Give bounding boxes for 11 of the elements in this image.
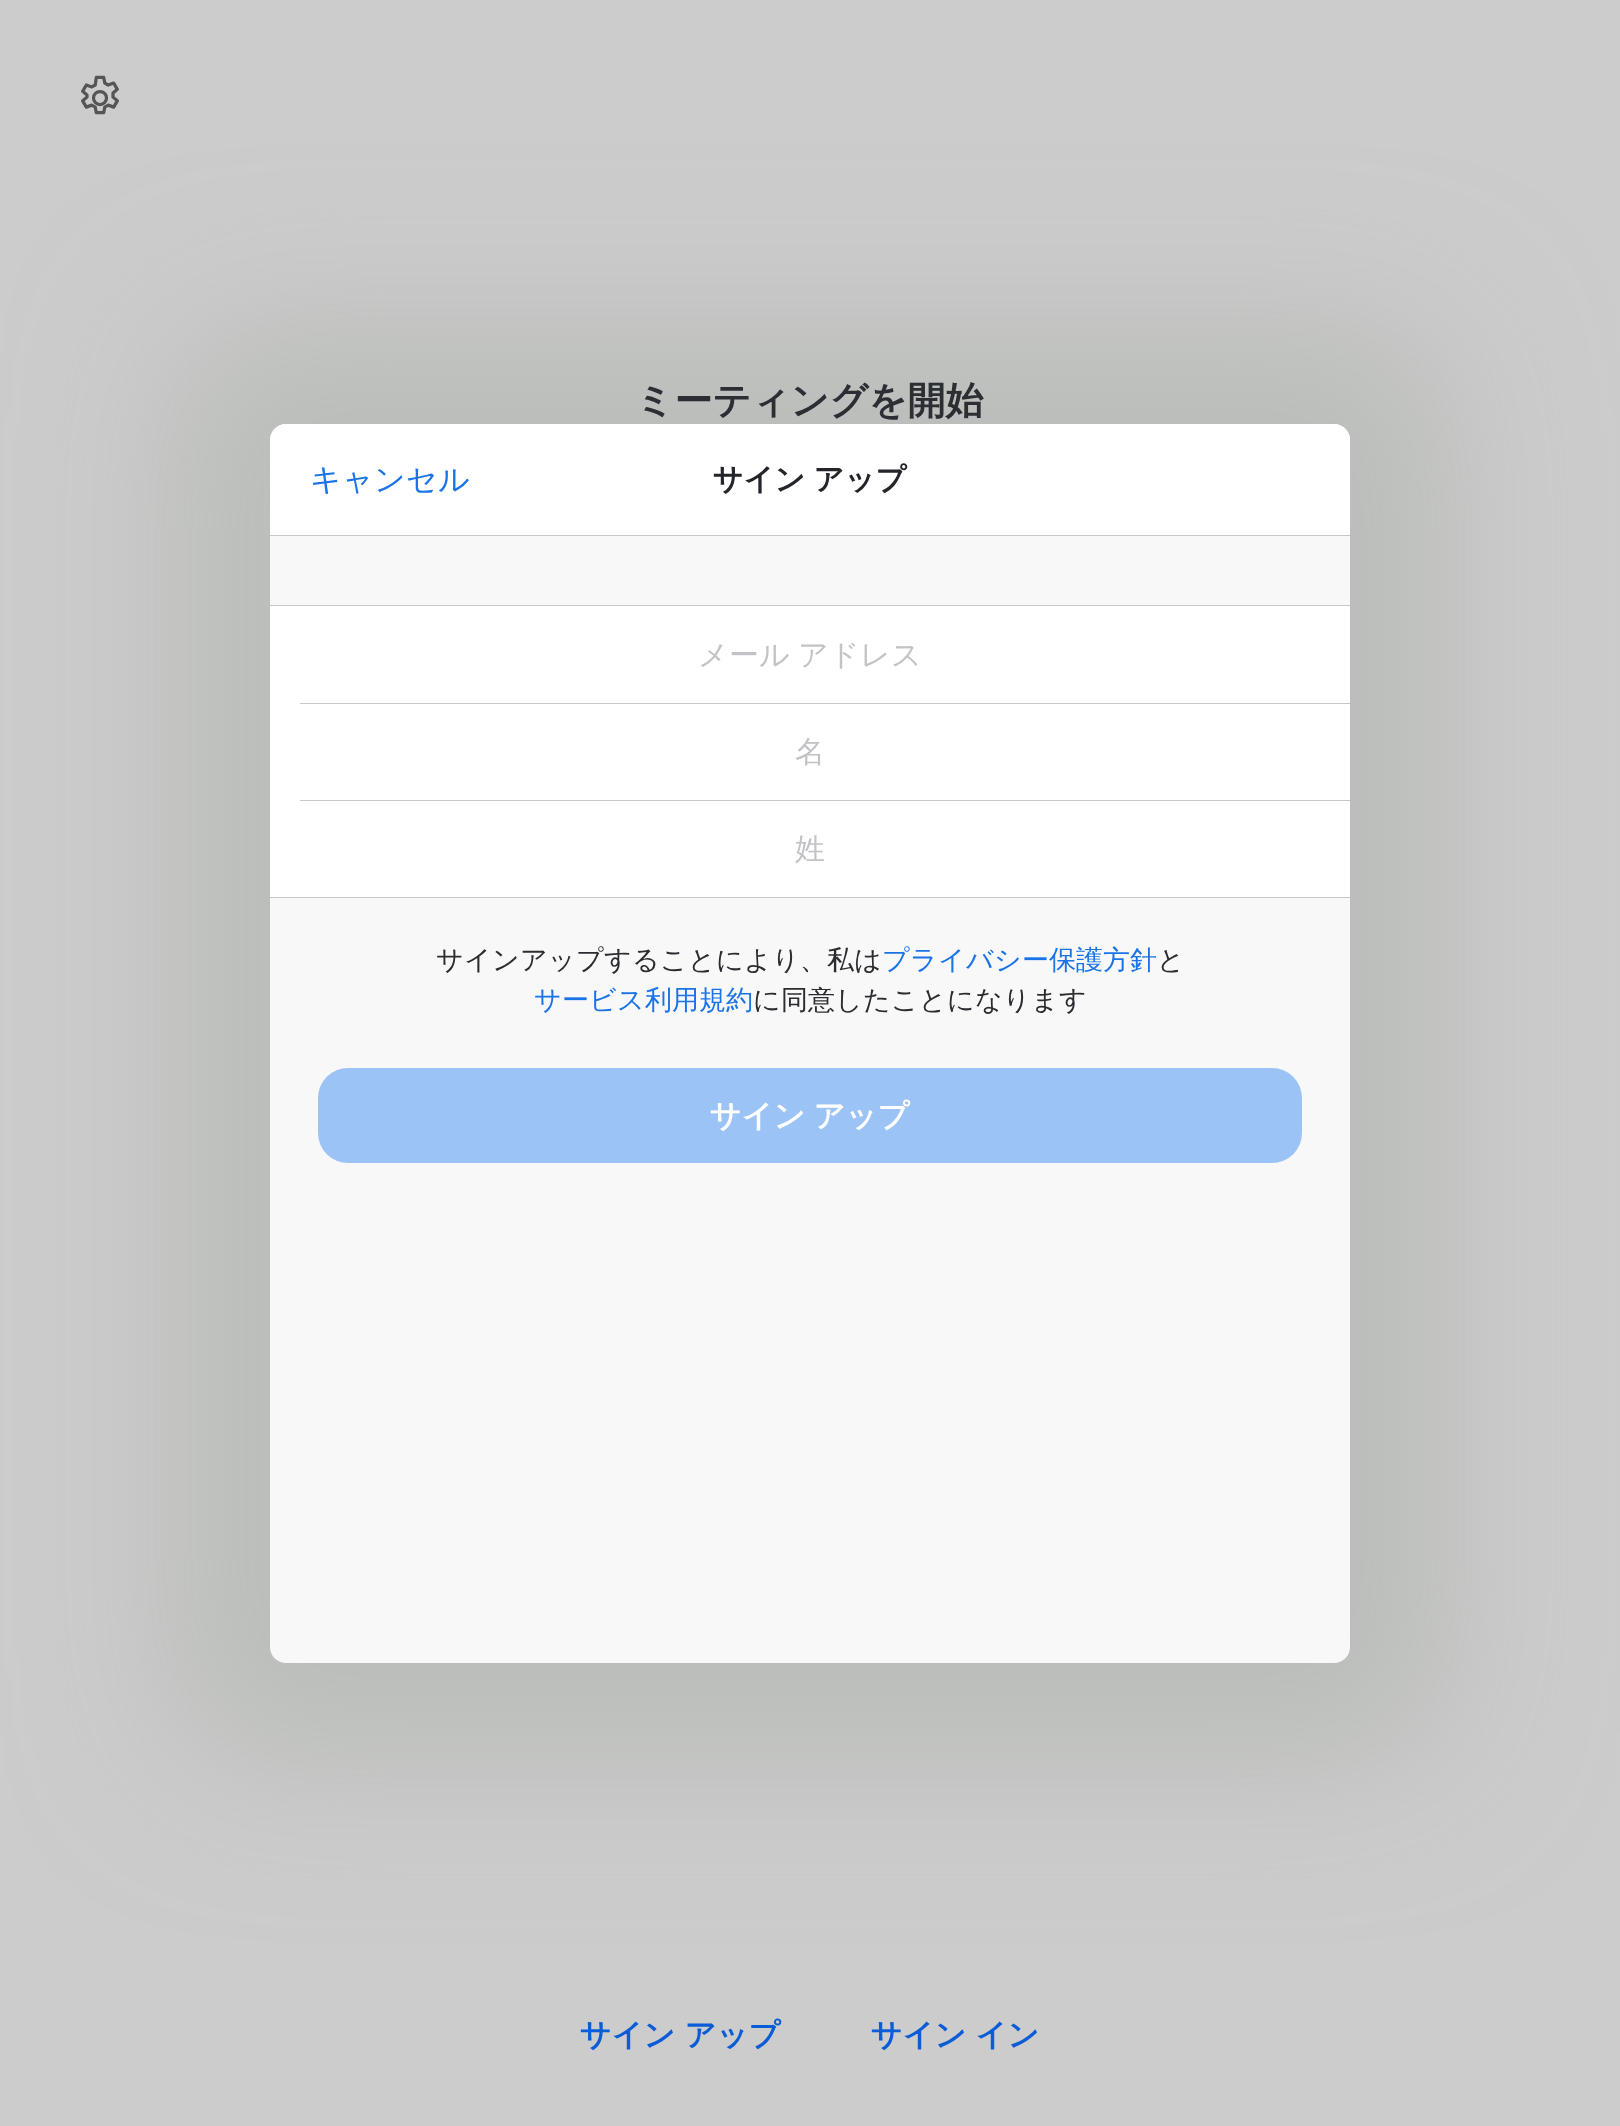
- input-field[interactable]: 名: [270, 703, 1350, 800]
- input-field[interactable]: 姓: [270, 800, 1350, 898]
- cancel-button[interactable]: キャンセル: [310, 458, 470, 501]
- bottom-link[interactable]: サイン アップ: [580, 2014, 781, 2056]
- terms-link[interactable]: サービス利用規約: [533, 985, 753, 1015]
- dialog-title: サイン アップ: [712, 461, 908, 497]
- consent-text: サインアップすることにより、私はプライバシー保護方針と サービス利用規約に同意したことになります: [434, 944, 1186, 1017]
- screen-title: ミーティングを開始: [636, 378, 984, 423]
- input-field[interactable]: メール アドレス: [270, 606, 1350, 703]
- bottom-link[interactable]: サイン イン: [871, 2014, 1040, 2056]
- terms-link[interactable]: プライバシー保護方針: [881, 945, 1157, 975]
